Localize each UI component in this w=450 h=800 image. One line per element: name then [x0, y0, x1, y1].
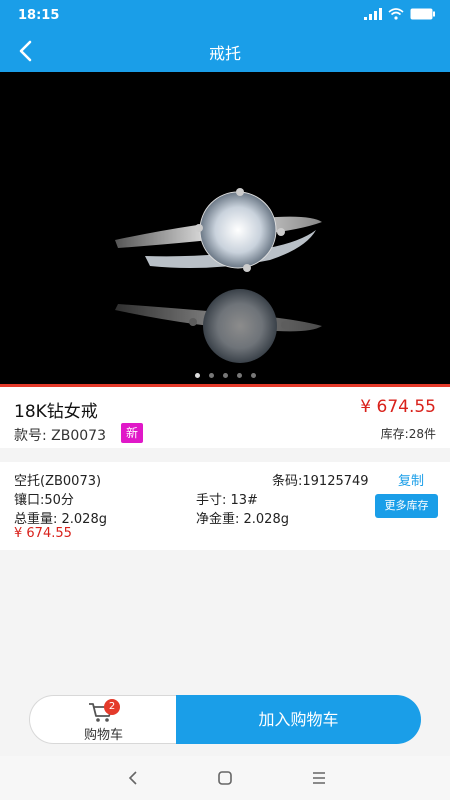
product-name: 18K钻女戒 — [14, 402, 98, 422]
system-home-icon[interactable] — [215, 768, 235, 788]
bottom-action-bar: 2 购物车 加入购物车 — [29, 695, 421, 744]
cart-button[interactable]: 2 购物车 — [29, 695, 177, 744]
new-badge: 新 — [121, 423, 143, 443]
spec-price: ¥ 674.55 — [14, 526, 72, 541]
ring-photo — [0, 72, 450, 384]
cart-label: 购物车 — [83, 728, 123, 743]
wifi-icon — [388, 8, 404, 20]
style-number: 款号: ZB0073 — [14, 428, 106, 444]
carousel-indicator — [0, 373, 450, 378]
total-weight: 总重量: 2.028g — [14, 512, 107, 527]
carousel-dot[interactable] — [194, 373, 200, 378]
status-time: 18:15 — [18, 8, 60, 23]
status-icons — [364, 8, 436, 20]
product-price: ¥ 674.55 — [360, 397, 436, 417]
net-gold-weight: 净金重: 2.028g — [196, 512, 289, 527]
system-menu-icon[interactable] — [309, 768, 329, 788]
carousel-dot[interactable] — [236, 373, 242, 378]
product-image-carousel[interactable] — [0, 72, 450, 384]
more-stock-button[interactable]: 更多库存 — [375, 494, 438, 518]
ring-size: 手寸: 13# — [196, 493, 258, 508]
spec-card: 空托(ZB0073) 条码:19125749 复制 镶口:50分 手寸: 13#… — [0, 462, 450, 550]
stock-count: 库存:28件 — [380, 427, 436, 441]
top-nav: 戒托 — [0, 30, 450, 72]
status-bar: 18:15 — [0, 0, 450, 30]
battery-icon — [410, 8, 435, 20]
mount-size: 镶口:50分 — [14, 493, 74, 508]
add-to-cart-button[interactable]: 加入购物车 — [176, 695, 421, 744]
system-back-icon[interactable] — [124, 768, 144, 788]
cart-count-badge: 2 — [104, 699, 120, 715]
barcode: 条码:19125749 — [272, 474, 369, 489]
carousel-dot[interactable] — [250, 373, 256, 378]
product-summary: 18K钻女戒 ¥ 674.55 款号: ZB0073 新 库存:28件 — [0, 384, 450, 448]
signal-icon — [364, 8, 382, 20]
copy-button[interactable]: 复制 — [398, 470, 424, 489]
carousel-dot[interactable] — [222, 373, 228, 378]
carousel-dot[interactable] — [208, 373, 214, 378]
system-navigation-bar — [0, 756, 450, 800]
page-title: 戒托 — [208, 44, 241, 63]
setting-name: 空托(ZB0073) — [14, 474, 102, 489]
